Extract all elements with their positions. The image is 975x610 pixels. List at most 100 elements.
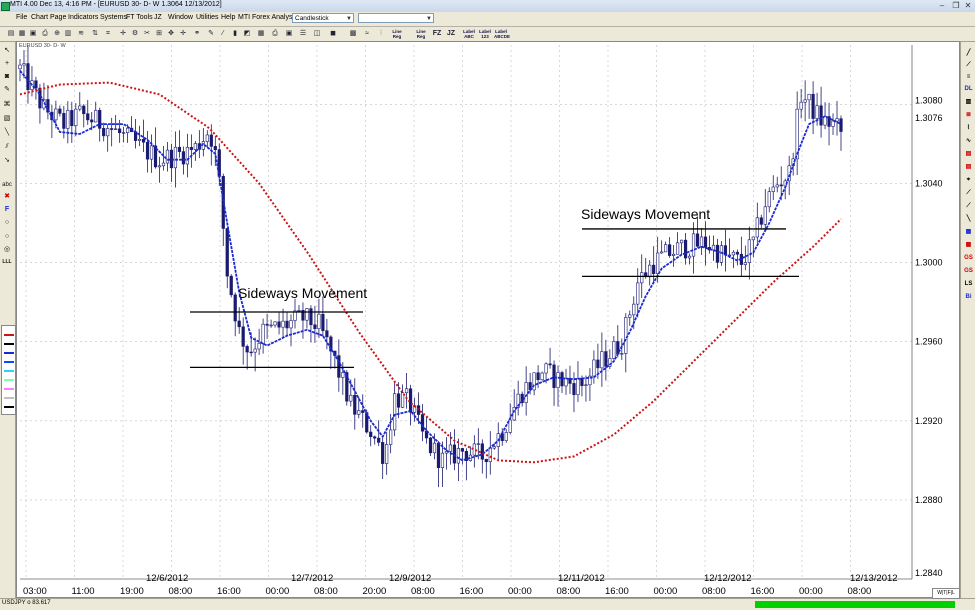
cycle-icon[interactable]: ∿ [962,136,975,146]
line-reg-2-button[interactable]: Line Reg [414,29,428,40]
timeframe-buttons[interactable]: W|T|F|L [932,588,960,599]
menu-ft-tools[interactable]: FT Tools [126,14,153,21]
menu-systems[interactable]: Systems [100,14,127,21]
menu-file[interactable]: File [16,14,27,21]
page-icon[interactable]: ▦ [17,28,27,39]
pattern-icon[interactable]: ≋ [76,28,86,39]
close-icon[interactable]: ✕ [962,1,974,10]
fib-icon[interactable]: ≣ [962,110,975,120]
menu-help[interactable]: Help [221,14,235,21]
zoom-in-icon[interactable]: ⊕ [52,28,62,39]
label-123-button[interactable]: Label 123 [478,29,492,40]
color-swatch[interactable] [4,388,14,390]
pattern-icon-2[interactable]: ⟋ [962,188,975,198]
color-picker-panel[interactable] [1,325,16,415]
price-chart[interactable]: 1.3080 1.3076 1.3040 1.3000 1.2960 1.2920 1.28… [16,41,960,598]
dl-button[interactable]: DL [962,84,975,94]
gann-icon[interactable]: ▧ [1,114,13,124]
trendline-icon[interactable]: ╲ [1,128,13,138]
fib-icon[interactable]: ⌘ [1,100,13,110]
crosshair-icon[interactable]: ✛ [118,28,128,39]
menu-page[interactable]: Page [50,14,66,21]
menu-window[interactable]: Window [168,14,193,21]
channel-icon[interactable]: ⫽ [1,142,13,152]
label-abc-button[interactable]: Label ABC [462,29,476,40]
minimize-icon[interactable]: – [936,1,948,10]
menu-indicators[interactable]: Indicators [68,14,98,21]
layers-icon[interactable]: ☰ [298,28,308,39]
menu-mti-forex-analysis[interactable]: MTI Forex Analysis [238,14,298,21]
text-tool-icon[interactable]: abc [1,180,13,190]
move-icon[interactable]: ✛ [178,28,188,39]
label-abcde-button[interactable]: Label ABCDE [494,29,510,40]
scan-icon[interactable]: ⌗ [103,28,113,39]
bars-icon[interactable]: ⫶ [376,28,386,39]
pencil-icon[interactable]: ✎ [206,28,216,39]
lll-icon[interactable]: LLL [1,257,13,267]
window-icon[interactable]: ◫ [312,28,322,39]
restore-icon[interactable]: ❐ [950,1,962,10]
crosshair-icon[interactable]: + [1,59,13,69]
object-icon[interactable]: ▣ [284,28,294,39]
zone-icon-2[interactable]: ▤ [962,162,975,172]
pattern-icon-3[interactable]: ⟋ [962,201,975,211]
chart-style-select[interactable]: Candlestick ▼ [292,13,354,23]
font-icon[interactable]: F [1,205,13,215]
gs-button[interactable]: GS [962,253,975,263]
color-swatch[interactable] [4,361,14,363]
color-swatch[interactable] [4,352,14,354]
bar-chart-icon[interactable]: ▥ [63,28,73,39]
line-reg-button[interactable]: Line Reg [390,29,404,40]
open-icon[interactable]: ▤ [6,28,16,39]
print-icon[interactable]: ⎙ [40,28,50,39]
menu-chart[interactable]: Chart [31,14,48,21]
menu-jz[interactable]: JZ [154,14,162,21]
zoom-icon[interactable]: ◙ [1,72,13,82]
color-swatch[interactable] [4,397,14,399]
line-icon[interactable]: ⁄ [218,28,228,39]
fan-icon[interactable]: ⟋ [962,60,975,70]
jz-button[interactable]: JZ [446,28,456,39]
circle-icon-2[interactable]: ○ [1,232,13,242]
arrows-icon[interactable]: ✥ [166,28,176,39]
bookmark-icon[interactable]: ▮ [230,28,240,39]
circle-icon[interactable]: ○ [1,218,13,228]
fz-button[interactable]: FZ [432,28,442,39]
arrow-icon[interactable]: ➘ [1,156,13,166]
pattern-icon-4[interactable]: ╲ [962,214,975,224]
save-icon[interactable]: ▣ [28,28,38,39]
color-swatch[interactable] [4,334,14,336]
symbol-select[interactable]: ▼ [358,13,434,23]
gs-button-2[interactable]: GS [962,266,975,276]
ellipse-icon[interactable]: ◎ [1,245,13,255]
pattern-icon-6[interactable]: ▦ [962,240,975,250]
trend-icon[interactable]: ╱ [962,48,975,58]
signal-icon[interactable]: ⇅ [90,28,100,39]
bi-button[interactable]: Bi [962,292,975,302]
layout-icon[interactable]: ▦ [256,28,266,39]
cursor-icon[interactable]: ↖ [1,46,13,56]
link-icon[interactable]: ⚭ [192,28,202,39]
color-icon[interactable]: ◩ [242,28,252,39]
menu-utilities[interactable]: Utilities [196,14,219,21]
color-swatch[interactable] [4,370,14,372]
fill-icon[interactable]: ◼ [328,28,338,39]
tools-icon[interactable]: ✂ [142,28,152,39]
channel-icon[interactable]: ≡ [962,72,975,82]
gear-icon[interactable]: ⚙ [130,28,140,39]
print-icon[interactable]: ⎙ [270,28,280,39]
wave-icon[interactable]: ≈ [362,28,372,39]
ls-button[interactable]: LS [962,279,975,289]
bars-icon[interactable]: ▥ [962,97,975,107]
pencil-icon[interactable]: ✎ [1,85,13,95]
pattern-icon-5[interactable]: ▦ [962,227,975,237]
delete-icon[interactable]: ✖ [1,192,13,202]
wave-icon[interactable]: ⌇ [962,123,975,133]
grid-icon[interactable]: ▩ [348,28,358,39]
color-swatch[interactable] [4,343,14,345]
grid-icon[interactable]: ⊞ [154,28,164,39]
color-swatch[interactable] [4,379,14,381]
zone-icon[interactable]: ▤ [962,149,975,159]
color-swatch[interactable] [4,406,14,408]
pattern-icon[interactable]: ⌖ [962,175,975,185]
